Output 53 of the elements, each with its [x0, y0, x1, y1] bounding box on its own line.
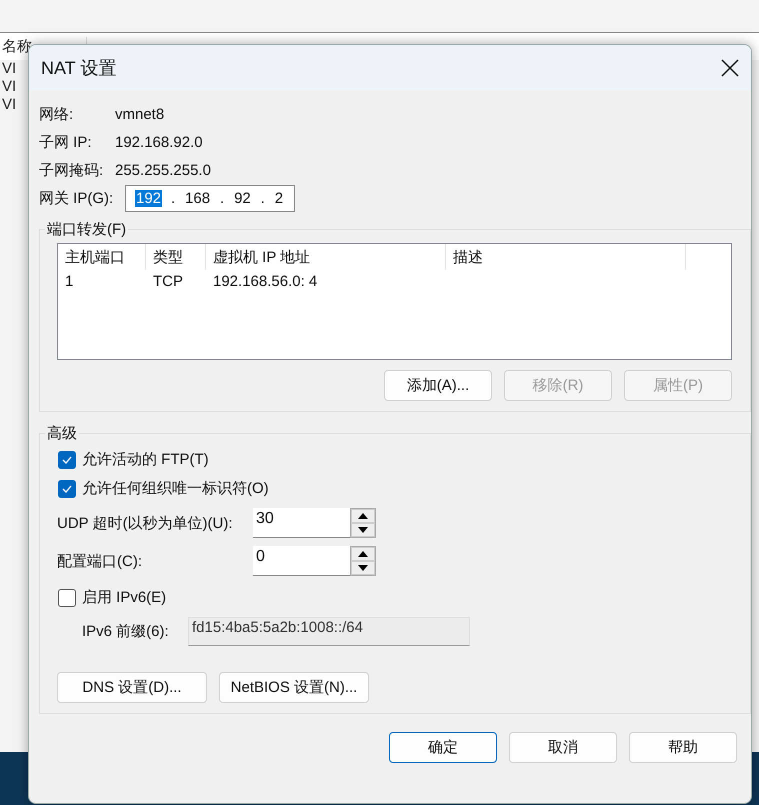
table-cell-text: VI — [1, 60, 18, 78]
checkbox-label: 允许活动的 FTP(T) — [82, 450, 209, 469]
table-cell-text: TCP — [152, 272, 184, 292]
decrement-button[interactable] — [351, 561, 375, 575]
field-label: 子网掩码: — [39, 160, 104, 180]
column-header[interactable]: 虚拟机 IP 地址 — [206, 244, 446, 270]
table-cell-text: 192.168.56.0: 4 — [212, 272, 318, 292]
up-arrow-icon — [358, 513, 368, 519]
ip-address-field[interactable]: 192 . 168 . 92 . 2 — [125, 184, 295, 212]
column-header[interactable]: 描述 — [446, 244, 686, 270]
field-value: vmnet8 — [115, 106, 164, 122]
action-button[interactable]: 添加(A)... — [384, 370, 492, 401]
port-list[interactable]: 主机端口 类型 虚拟机 IP 地址 描述 1 TCP 192.168.56.0: 4 — [57, 243, 732, 360]
checkbox[interactable] — [58, 480, 76, 498]
checkbox-label: 启用 IPv6(E) — [82, 588, 166, 607]
group-title: 端口转发(F) — [46, 220, 128, 239]
dialog-title: NAT 设置 — [41, 56, 116, 80]
number-field[interactable]: 30 — [253, 508, 350, 538]
ip-separator: . — [218, 190, 226, 206]
field-label: UDP 超时(以秒为单位)(U): — [57, 514, 234, 532]
field-label: 网络: — [39, 104, 74, 124]
netbios-settings-button[interactable]: NetBIOS 设置(N)... — [219, 672, 369, 703]
field-label: IPv6 前缀(6): — [82, 622, 170, 640]
field-value: 255.255.255.0 — [115, 162, 211, 178]
field-label: 配置端口(C): — [57, 552, 143, 570]
increment-button[interactable] — [351, 547, 375, 561]
group-title: 高级 — [46, 424, 78, 443]
table-cell-text: VI — [1, 96, 18, 114]
number-field[interactable]: 0 — [253, 546, 350, 576]
check-icon — [62, 484, 72, 492]
close-icon[interactable] — [721, 58, 739, 76]
column-header[interactable]: 类型 — [146, 244, 206, 270]
ip-separator: . — [170, 190, 176, 206]
check-icon — [62, 456, 72, 464]
down-arrow-icon — [358, 565, 368, 571]
column-header[interactable]: 主机端口 — [58, 244, 146, 270]
up-arrow-icon — [358, 551, 368, 557]
table-cell-text: VI — [1, 78, 18, 96]
checkbox-label: 允许任何组织唯一标识符(O) — [82, 479, 269, 498]
dialog-button[interactable]: 确定 — [389, 732, 497, 763]
checkbox[interactable] — [58, 450, 76, 468]
ip-separator: . — [260, 190, 266, 206]
increment-button[interactable] — [351, 509, 375, 523]
field-label: 子网 IP: — [39, 132, 93, 152]
dialog-button[interactable]: 取消 — [509, 732, 617, 763]
table-cell-text: 1 — [64, 272, 74, 292]
checkbox[interactable] — [58, 588, 76, 606]
dns-settings-button[interactable]: DNS 设置(D)... — [57, 672, 207, 703]
down-arrow-icon — [358, 527, 368, 533]
field-label: 网关 IP(G): — [39, 188, 114, 208]
decrement-button[interactable] — [351, 523, 375, 537]
dialog-button[interactable]: 帮助 — [629, 732, 737, 763]
field-value: 192.168.92.0 — [115, 134, 203, 150]
